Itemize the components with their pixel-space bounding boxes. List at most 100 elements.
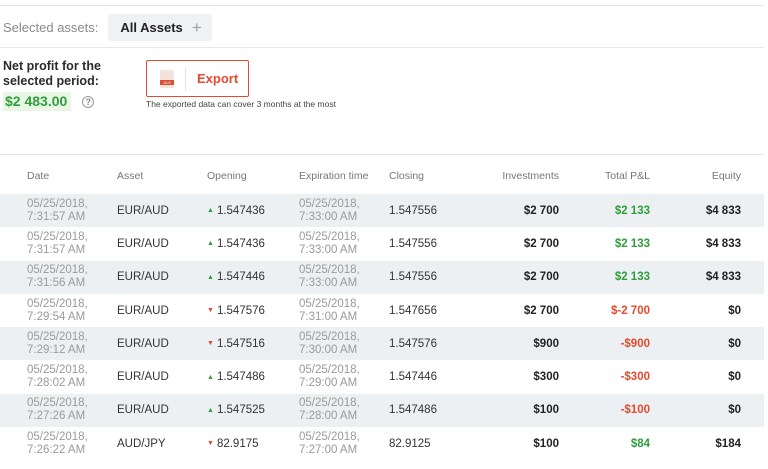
- cell-expiration: 05/25/2018, 7:33:00 AM: [299, 197, 360, 223]
- cell-date: 05/25/2018, 7:31:57 AM: [27, 230, 88, 256]
- table-row[interactable]: 05/25/2018, 7:31:57 AM EUR/AUD ▲ 1.547436 05…: [0, 227, 764, 260]
- cell-closing: 1.547656: [389, 304, 437, 317]
- cell-pnl: -$300: [620, 371, 650, 384]
- cell-investments: $300: [533, 371, 559, 384]
- cell-asset: EUR/AUD: [117, 204, 169, 217]
- cell-opening: ▲ 1.547525: [207, 404, 265, 417]
- all-assets-chip[interactable]: All Assets +: [108, 13, 212, 41]
- arrow-down-icon: ▼: [207, 307, 214, 315]
- header-opening[interactable]: Opening: [207, 170, 247, 182]
- filter-divider: [0, 47, 764, 48]
- cell-opening: ▲ 1.547436: [207, 204, 265, 217]
- cell-closing: 1.547556: [389, 204, 437, 217]
- trades-table-body: 05/25/2018, 7:31:57 AM EUR/AUD ▲ 1.547436 05…: [0, 194, 764, 460]
- cell-pnl: $2 133: [614, 204, 650, 217]
- table-row[interactable]: 05/25/2018, 7:31:56 AM EUR/AUD ▲ 1.547446 05…: [0, 260, 764, 294]
- export-note: The exported data can cover 3 months at …: [146, 99, 336, 109]
- cell-expiration: 05/25/2018, 7:31:00 AM: [299, 297, 360, 323]
- cell-pnl: -$900: [620, 337, 650, 350]
- table-row[interactable]: 05/25/2018, 7:28:02 AM EUR/AUD ▲ 1.547486 05…: [0, 360, 764, 393]
- cell-equity: $0: [728, 371, 741, 384]
- arrow-up-icon: ▲: [207, 207, 214, 215]
- cell-equity: $184: [715, 437, 741, 450]
- cell-closing: 1.547556: [389, 237, 437, 250]
- cell-investments: $2 700: [523, 204, 559, 217]
- cell-date: 05/25/2018, 7:28:02 AM: [27, 364, 88, 390]
- table-row[interactable]: 05/25/2018, 7:29:54 AM EUR/AUD ▼ 1.547576 05…: [0, 294, 764, 327]
- cell-closing: 1.547576: [389, 337, 437, 350]
- cell-expiration: 05/25/2018, 7:27:00 AM: [299, 430, 360, 456]
- info-icon[interactable]: ?: [82, 95, 95, 108]
- chip-label: All Assets: [120, 19, 183, 35]
- cell-expiration: 05/25/2018, 7:29:00 AM: [299, 364, 360, 390]
- header-equity[interactable]: Equity: [712, 170, 741, 182]
- cell-asset: EUR/AUD: [117, 304, 169, 317]
- cell-equity: $0: [728, 304, 741, 317]
- cell-equity: $4 833: [705, 204, 741, 217]
- cell-investments: $100: [533, 437, 559, 450]
- arrow-down-icon: ▼: [207, 340, 214, 348]
- xls-file-icon: XLS: [160, 69, 174, 88]
- cell-pnl: $2 133: [614, 237, 650, 250]
- cell-opening: ▲ 1.547486: [207, 371, 265, 384]
- top-divider: [0, 5, 764, 6]
- cell-date: 05/25/2018, 7:31:56 AM: [27, 264, 88, 290]
- arrow-up-icon: ▲: [207, 406, 214, 414]
- cell-expiration: 05/25/2018, 7:30:00 AM: [299, 330, 360, 356]
- table-row[interactable]: 05/25/2018, 7:26:22 AM AUD/JPY ▼ 82.9175 05/…: [0, 427, 764, 460]
- cell-investments: $2 700: [523, 304, 559, 317]
- header-closing[interactable]: Closing: [389, 170, 424, 182]
- cell-date: 05/25/2018, 7:27:26 AM: [27, 397, 88, 423]
- header-expiration[interactable]: Expiration time: [299, 170, 368, 182]
- filter-label: Selected assets:: [3, 19, 99, 35]
- header-asset[interactable]: Asset: [117, 170, 143, 182]
- cell-closing: 1.547446: [389, 371, 437, 384]
- cell-expiration: 05/25/2018, 7:33:00 AM: [299, 230, 360, 256]
- table-row[interactable]: 05/25/2018, 7:27:26 AM EUR/AUD ▲ 1.547525 05…: [0, 393, 764, 428]
- export-label: Export: [197, 71, 239, 86]
- table-top-divider: [0, 154, 764, 155]
- net-profit-value: $2 483.00: [3, 92, 72, 111]
- cell-opening: ▼ 82.9175: [207, 437, 259, 450]
- cell-expiration: 05/25/2018, 7:28:00 AM: [299, 397, 360, 423]
- cell-asset: EUR/AUD: [117, 237, 169, 250]
- cell-asset: EUR/AUD: [117, 337, 169, 350]
- cell-investments: $2 700: [523, 237, 559, 250]
- cell-equity: $0: [728, 337, 741, 350]
- cell-date: 05/25/2018, 7:29:12 AM: [27, 330, 88, 356]
- export-button[interactable]: XLS Export: [146, 60, 249, 97]
- table-row[interactable]: 05/25/2018, 7:29:12 AM EUR/AUD ▼ 1.547516 05…: [0, 327, 764, 361]
- header-pnl[interactable]: Total P&L: [605, 170, 650, 182]
- cell-asset: EUR/AUD: [117, 404, 169, 417]
- cell-equity: $0: [728, 404, 741, 417]
- cell-investments: $2 700: [523, 271, 559, 284]
- cell-opening: ▼ 1.547576: [207, 304, 265, 317]
- cell-date: 05/25/2018, 7:29:54 AM: [27, 297, 88, 323]
- cell-pnl: $84: [630, 437, 650, 450]
- cell-asset: EUR/AUD: [117, 371, 169, 384]
- cell-asset: AUD/JPY: [117, 437, 166, 450]
- cell-closing: 1.547486: [389, 404, 437, 417]
- arrow-down-icon: ▼: [207, 440, 214, 448]
- cell-pnl: $2 133: [614, 271, 650, 284]
- add-asset-icon[interactable]: +: [192, 19, 202, 36]
- table-row[interactable]: 05/25/2018, 7:31:57 AM EUR/AUD ▲ 1.547436 05…: [0, 194, 764, 228]
- arrow-up-icon: ▲: [207, 373, 214, 381]
- header-date[interactable]: Date: [27, 170, 49, 182]
- cell-date: 05/25/2018, 7:26:22 AM: [27, 430, 88, 456]
- cell-investments: $900: [533, 337, 559, 350]
- net-profit-label: Net profit for the selected period:: [3, 59, 101, 88]
- button-divider: [185, 66, 186, 91]
- cell-closing: 1.547556: [389, 271, 437, 284]
- cell-opening: ▲ 1.547436: [207, 237, 265, 250]
- arrow-up-icon: ▲: [207, 273, 214, 281]
- arrow-up-icon: ▲: [207, 240, 214, 248]
- cell-equity: $4 833: [705, 271, 741, 284]
- cell-investments: $100: [533, 404, 559, 417]
- cell-date: 05/25/2018, 7:31:57 AM: [27, 197, 88, 223]
- net-profit-block: Net profit for the selected period: $2 4…: [3, 59, 123, 111]
- cell-pnl: $-2 700: [610, 304, 650, 317]
- cell-opening: ▲ 1.547446: [207, 271, 265, 284]
- cell-closing: 82.9125: [389, 437, 431, 450]
- header-investments[interactable]: Investments: [502, 170, 559, 182]
